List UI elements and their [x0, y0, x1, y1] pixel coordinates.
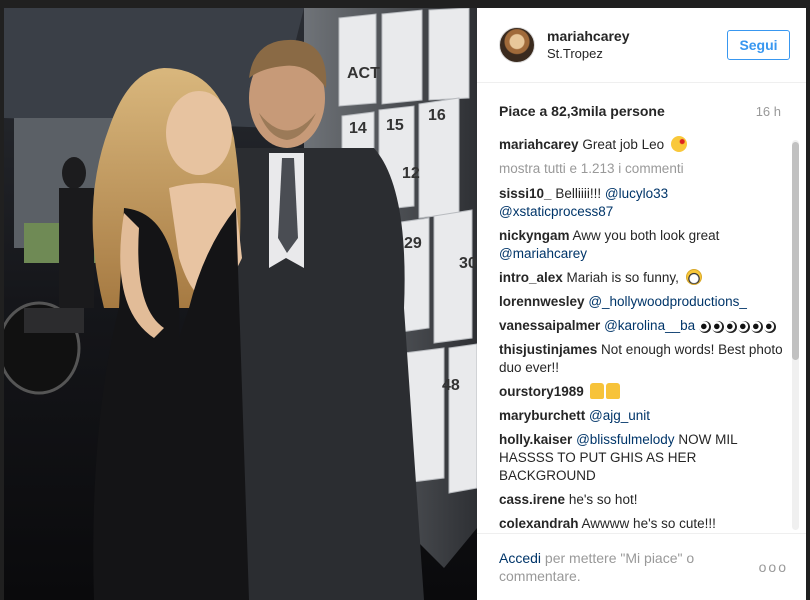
- mention-link[interactable]: @xstaticprocess87: [499, 204, 613, 219]
- comments-list[interactable]: mariahcarey Great job Leo mostra tutti e…: [499, 136, 786, 533]
- scrollbar-thumb[interactable]: [792, 142, 799, 360]
- comment-item: cass.irene he's so hot!: [499, 491, 786, 509]
- comment-item: vanessaipalmer @karolina__ba: [499, 317, 786, 335]
- likes-count[interactable]: Piace a 82,3mila persone: [499, 103, 665, 119]
- comment-username[interactable]: cass.irene: [499, 492, 565, 507]
- comment-username[interactable]: maryburchett: [499, 408, 585, 423]
- comment-item: holly.kaiser @blissfulmelody NOW MIL HAS…: [499, 431, 786, 485]
- post-side-panel: mariahcarey St.Tropez Segui Piace a 82,3…: [477, 8, 806, 600]
- board-number: 29: [404, 235, 422, 252]
- comments-scrollbar[interactable]: [792, 140, 799, 530]
- comment-item: intro_alex Mariah is so funny,: [499, 269, 786, 287]
- mention-link[interactable]: @_hollywoodproductions_: [588, 294, 747, 309]
- comment-text: he's so hot!: [568, 492, 638, 507]
- user-info: mariahcarey St.Tropez: [547, 28, 727, 63]
- comment-item: lorennwesley @_hollywoodproductions_: [499, 293, 786, 311]
- post-timestamp[interactable]: 16 h: [756, 104, 781, 119]
- comment-text: Great job Leo: [582, 137, 665, 152]
- mention-link[interactable]: @karolina__ba: [604, 318, 695, 333]
- eyes-emoji-icon: [763, 321, 776, 333]
- comment-item: sissi10_ Belliiii!!! @lucylo33 @xstaticp…: [499, 185, 786, 221]
- grin-emoji-icon: [685, 269, 702, 285]
- comment-item: maryburchett @ajg_unit: [499, 407, 786, 425]
- comment-item: nickyngam Aww you both look great @maria…: [499, 227, 786, 263]
- mention-link[interactable]: @blissfulmelody: [576, 432, 675, 447]
- thumbs-up-emoji-icon: [589, 383, 604, 399]
- board-number: 16: [428, 107, 446, 124]
- eyes-emoji-icon: [698, 321, 711, 333]
- comment-username[interactable]: holly.kaiser: [499, 432, 572, 447]
- board-number: 15: [386, 117, 404, 134]
- comment-item: colexandrah Awwww he's so cute!!!: [499, 515, 786, 533]
- login-prompt: Accedi per mettere "Mi piace" o commenta…: [499, 549, 759, 585]
- comment-username[interactable]: nickyngam: [499, 228, 570, 243]
- follow-button[interactable]: Segui: [727, 30, 790, 60]
- comment-text: Aww you both look great: [572, 228, 720, 243]
- board-number: ACT: [347, 65, 380, 82]
- post-photo-illustration: ACT 15 16 14 12 29 30 48: [4, 8, 477, 600]
- more-options-button[interactable]: ooo: [759, 559, 788, 575]
- eyes-emoji-icon: [737, 321, 750, 333]
- board-number: 14: [349, 120, 367, 137]
- comment-username[interactable]: intro_alex: [499, 270, 563, 285]
- eyes-emoji-icon: [711, 321, 724, 333]
- comment-username[interactable]: thisjustinjames: [499, 342, 597, 357]
- load-more-comments-link[interactable]: mostra tutti e 1.213 i commenti: [499, 160, 786, 178]
- comment-item: ourstory1989: [499, 383, 786, 401]
- comment-username[interactable]: lorennwesley: [499, 294, 585, 309]
- eyes-emoji-icon: [750, 321, 763, 333]
- username-link[interactable]: mariahcarey: [547, 28, 727, 46]
- location-link[interactable]: St.Tropez: [547, 46, 727, 62]
- mention-link[interactable]: @mariahcarey: [499, 246, 587, 261]
- comment-username[interactable]: vanessaipalmer: [499, 318, 600, 333]
- avatar[interactable]: [499, 27, 535, 63]
- comment-username[interactable]: mariahcarey: [499, 137, 579, 152]
- mention-link[interactable]: @lucylo33: [605, 186, 668, 201]
- board-number: 12: [402, 165, 420, 182]
- comment-text: Awwww he's so cute!!!: [581, 516, 716, 531]
- post-footer: Accedi per mettere "Mi piace" o commenta…: [477, 533, 806, 600]
- login-link[interactable]: Accedi: [499, 550, 541, 566]
- comment-item: thisjustinjames Not enough words! Best p…: [499, 341, 786, 377]
- post-stats: Piace a 82,3mila persone 16 h: [499, 103, 781, 119]
- thumbs-up-emoji-icon: [605, 383, 620, 399]
- caption: mariahcarey Great job Leo: [499, 136, 786, 154]
- board-number: 48: [442, 377, 460, 394]
- comment-username[interactable]: colexandrah: [499, 516, 579, 531]
- board-number: 30: [459, 255, 477, 272]
- comment-text: Mariah is so funny,: [566, 270, 679, 285]
- post-photo: ACT 15 16 14 12 29 30 48: [4, 8, 477, 600]
- comment-username[interactable]: ourstory1989: [499, 384, 584, 399]
- mention-link[interactable]: @ajg_unit: [589, 408, 650, 423]
- post-header: mariahcarey St.Tropez Segui: [477, 8, 806, 83]
- comment-text: Belliiii!!!: [555, 186, 602, 201]
- kiss-emoji-icon: [670, 136, 687, 152]
- comment-username[interactable]: sissi10_: [499, 186, 552, 201]
- eyes-emoji-icon: [724, 321, 737, 333]
